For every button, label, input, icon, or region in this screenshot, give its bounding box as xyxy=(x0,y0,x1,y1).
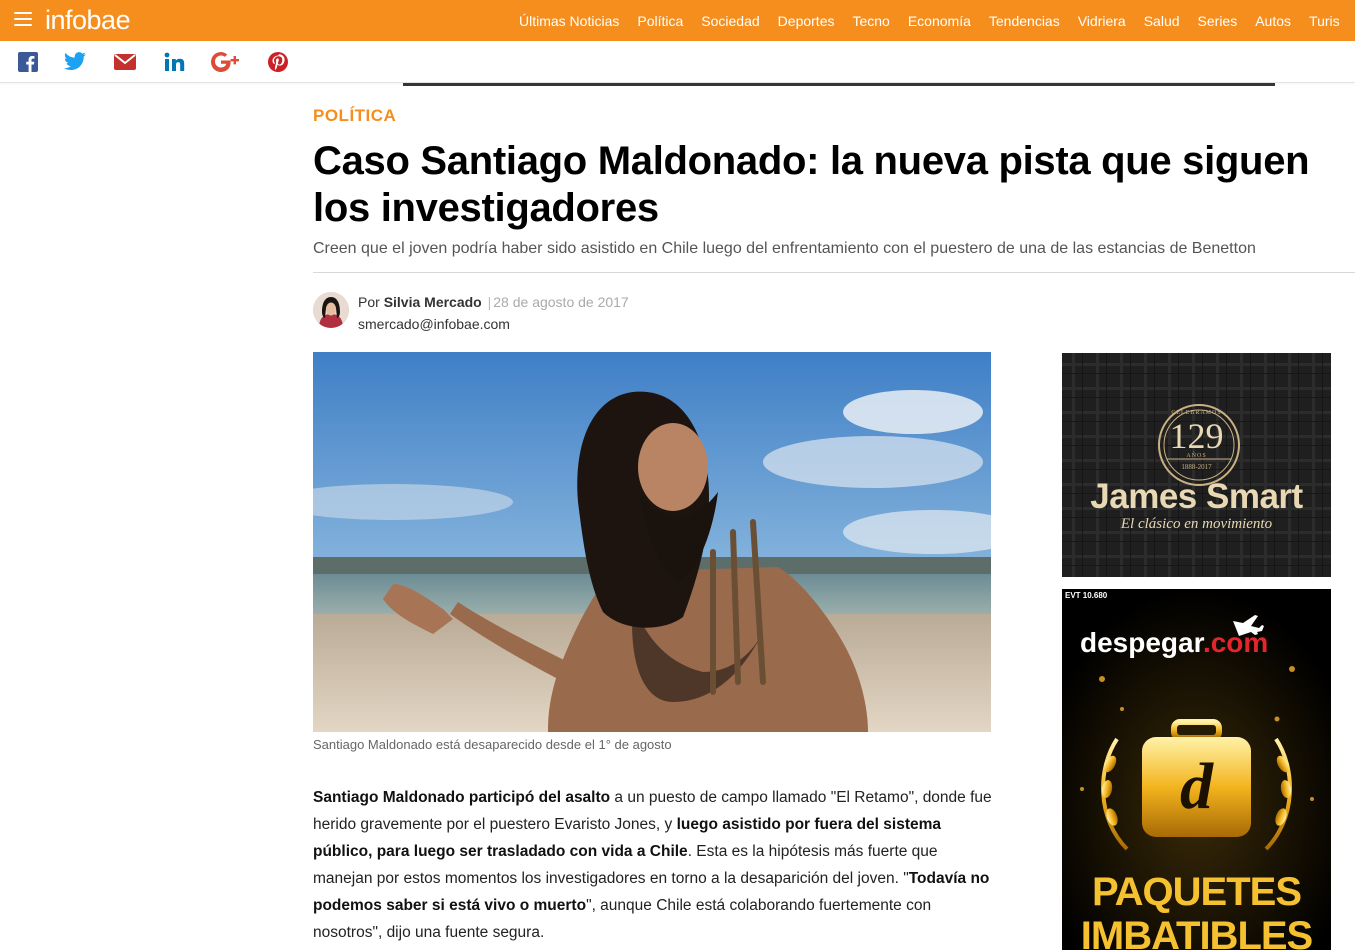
body-text-bold: Santiago Maldonado participó del asalto xyxy=(313,789,611,806)
twitter-icon[interactable] xyxy=(63,51,87,73)
nav-item[interactable]: Turis xyxy=(1309,13,1340,29)
ad1-badge-range: 1888-2017 xyxy=(1181,463,1212,471)
ad-james-smart[interactable]: CELEBRAMOS 129 AÑOS 1888-2017 James Smar… xyxy=(1062,353,1331,577)
ad1-brand: James Smart xyxy=(1090,477,1303,516)
author-email[interactable]: smercado@infobae.com xyxy=(358,316,510,332)
ad2-promo-line1: PAQUETES xyxy=(1091,870,1302,914)
ad1-tagline: El clásico en movimiento xyxy=(1120,516,1273,532)
site-logo[interactable]: infobae xyxy=(45,5,131,36)
category-label[interactable]: POLÍTICA xyxy=(313,106,396,126)
pinterest-icon[interactable] xyxy=(266,51,290,73)
nav-item[interactable]: Últimas Noticias xyxy=(519,13,619,29)
nav-item[interactable]: Deportes xyxy=(778,13,835,29)
byline: Por Silvia Mercado | 28 de agosto de 2017 xyxy=(358,294,629,310)
ad2-brand: despegar xyxy=(1080,627,1203,658)
hero-image-strip xyxy=(403,83,1275,86)
nav-item[interactable]: Tecno xyxy=(852,13,889,29)
main-nav: Últimas Noticias Política Sociedad Deportes… xyxy=(519,0,1355,41)
byline-prefix: Por xyxy=(358,294,380,310)
ad2-label: EVT 10.680 xyxy=(1065,591,1108,600)
email-icon[interactable] xyxy=(113,51,137,73)
ad2-brand-suffix: .com xyxy=(1202,627,1269,658)
nav-item[interactable]: Política xyxy=(637,13,683,29)
nav-item[interactable]: Salud xyxy=(1144,13,1180,29)
article-subheadline: Creen que el joven podría haber sido asi… xyxy=(313,240,1256,257)
photo-caption: Santiago Maldonado está desaparecido des… xyxy=(313,737,672,752)
nav-item[interactable]: Series xyxy=(1198,13,1238,29)
nav-item[interactable]: Vidriera xyxy=(1078,13,1126,29)
ad2-promo-line2: IMBATIBLES xyxy=(1080,914,1313,950)
linkedin-icon[interactable] xyxy=(162,51,186,73)
author-name[interactable]: Silvia Mercado xyxy=(384,294,482,310)
nav-item[interactable]: Economía xyxy=(908,13,971,29)
menu-icon[interactable] xyxy=(14,12,32,26)
ad1-badge-years: AÑOS xyxy=(1186,453,1207,459)
ad2-brand-wrap: despegar.com xyxy=(1080,627,1268,659)
ad1-badge-number: 129 xyxy=(1169,416,1224,456)
nav-item[interactable]: Sociedad xyxy=(701,13,759,29)
nav-item[interactable]: Autos xyxy=(1255,13,1291,29)
share-bar xyxy=(0,41,1355,83)
top-header: infobae Últimas Noticias Política Sociedad… xyxy=(0,0,1355,41)
article-photo[interactable] xyxy=(313,352,991,732)
byline-separator: | xyxy=(487,294,492,310)
google-plus-icon[interactable] xyxy=(211,51,243,73)
ad2-logo-letter: d xyxy=(1180,750,1213,823)
author-avatar[interactable] xyxy=(313,292,349,328)
divider xyxy=(313,272,1355,273)
article-body: Santiago Maldonado participó del asalto … xyxy=(313,784,993,946)
article-headline: Caso Santiago Maldonado: la nueva pista … xyxy=(313,139,1310,230)
nav-item[interactable]: Tendencias xyxy=(989,13,1060,29)
ad-despegar[interactable]: EVT 10.680 despegar.com d PAQUETES IMBAT… xyxy=(1062,589,1331,950)
publish-date: 28 de agosto de 2017 xyxy=(493,294,629,310)
facebook-icon[interactable] xyxy=(16,51,40,73)
